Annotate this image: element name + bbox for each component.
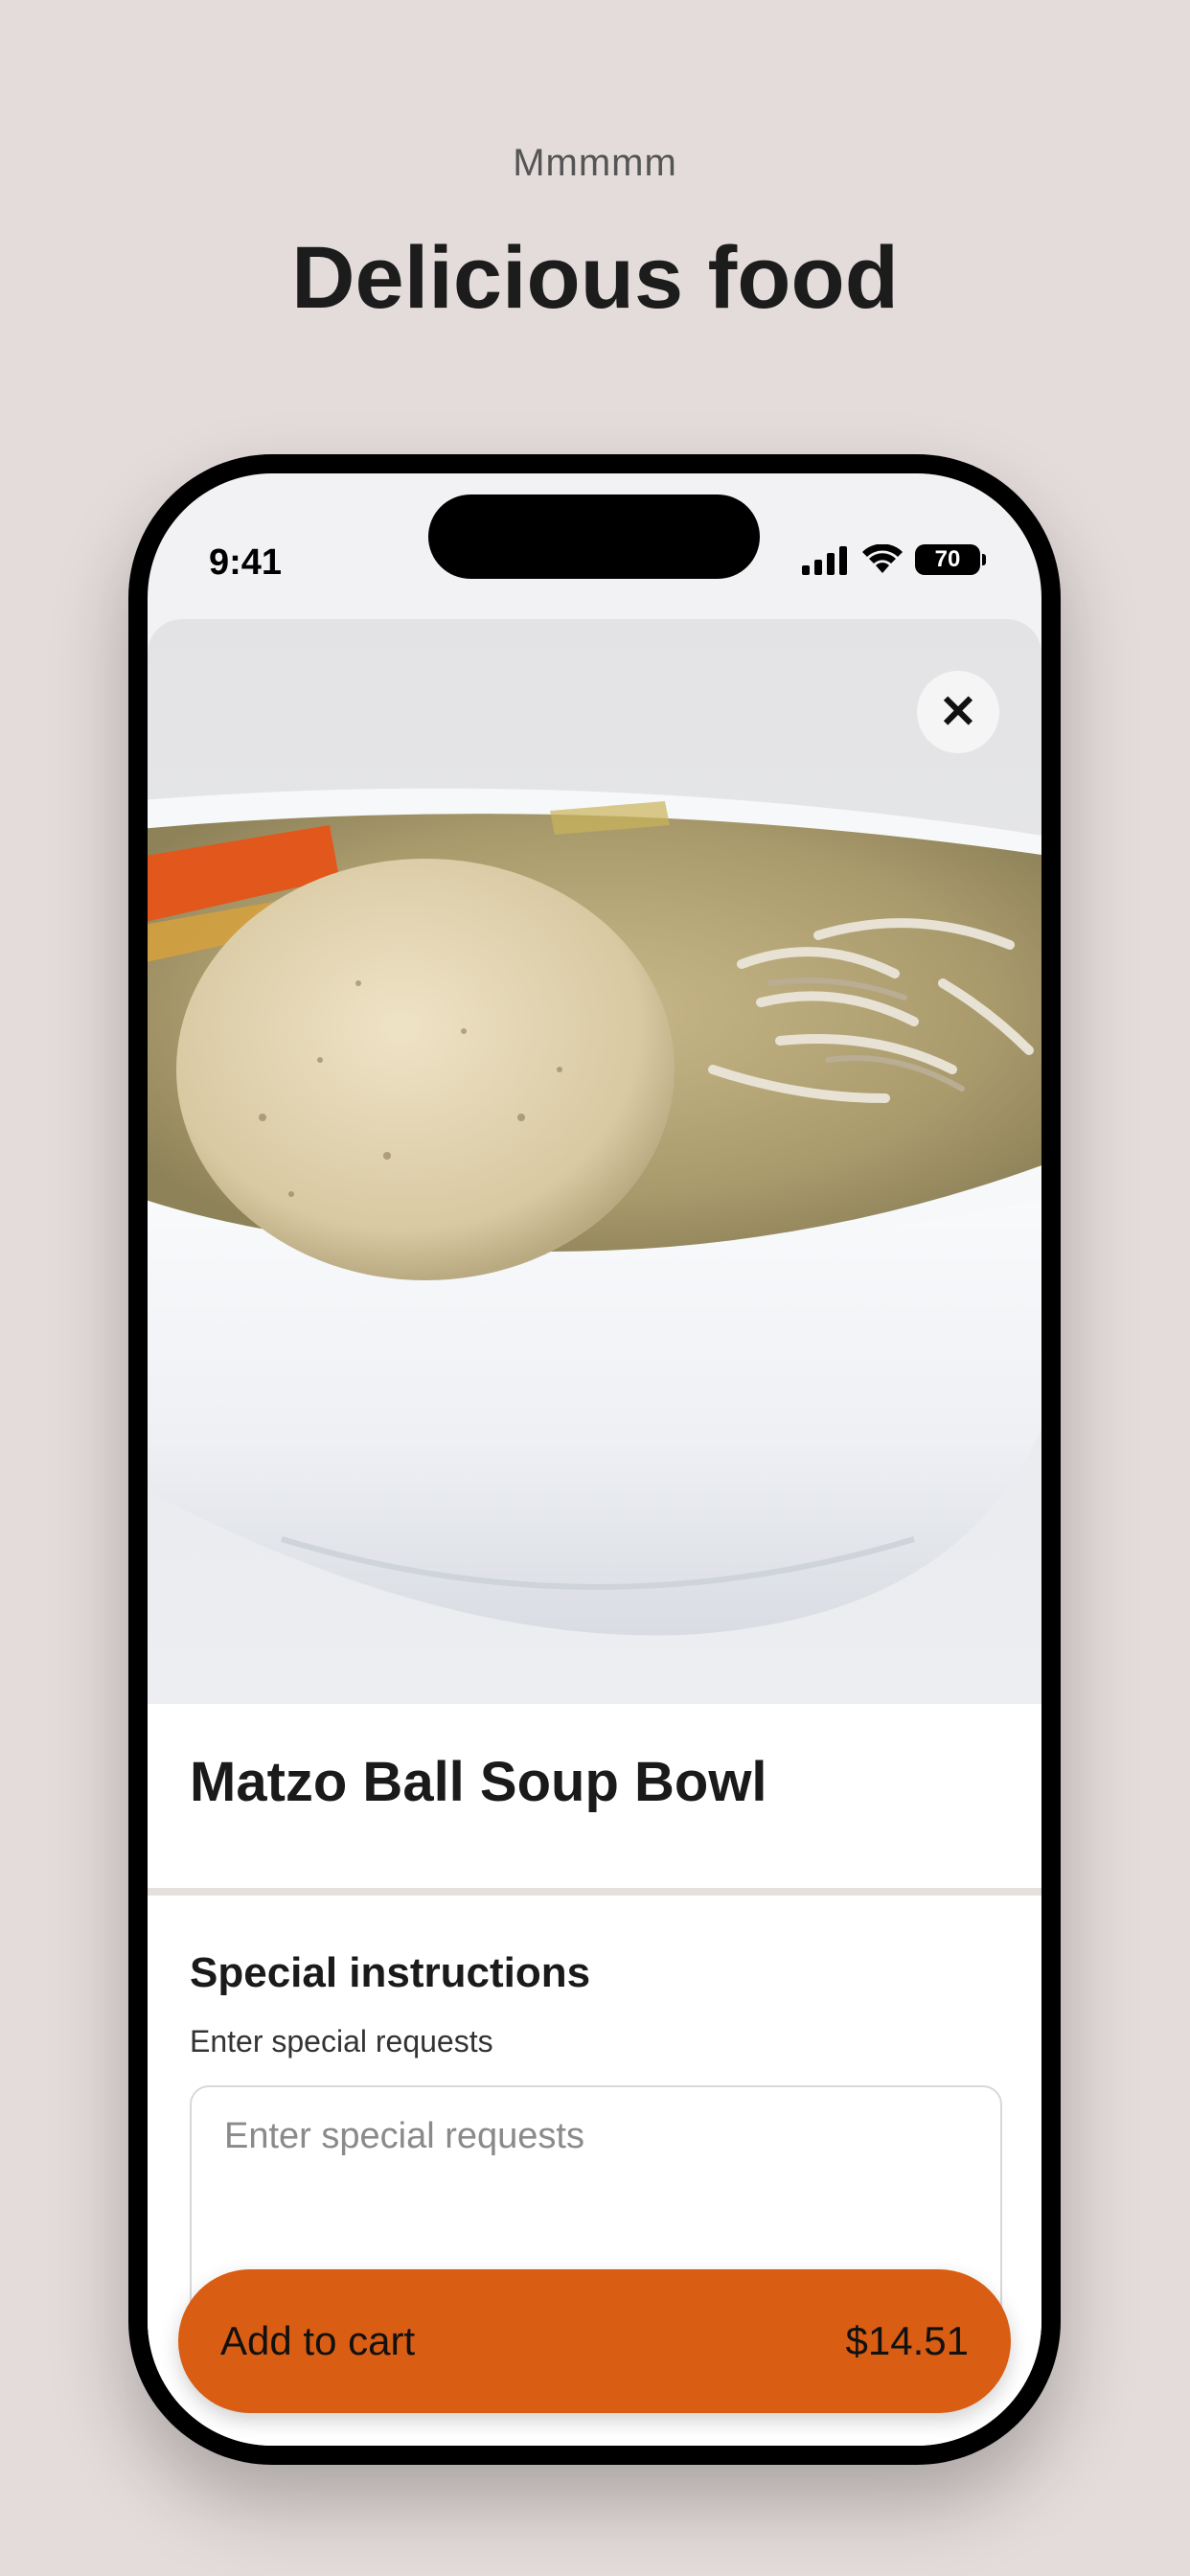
- phone-screen: 9:41 70 ✕ Matzo Ball Soup Bowl Special i…: [148, 473, 1041, 2446]
- dynamic-island: [428, 494, 760, 579]
- item-sheet: ✕ Matzo Ball Soup Bowl Special instructi…: [148, 619, 1041, 2446]
- cart-price: $14.51: [845, 2318, 969, 2363]
- special-instructions-title: Special instructions: [190, 1949, 591, 1996]
- status-time: 9:41: [209, 542, 283, 583]
- battery-icon: 70: [915, 544, 986, 575]
- headline: Delicious food: [291, 229, 899, 327]
- phone-frame: 9:41 70 ✕ Matzo Ball Soup Bowl Special i…: [128, 454, 1061, 2465]
- cellular-signal-icon: [802, 546, 847, 575]
- item-title: Matzo Ball Soup Bowl: [190, 1751, 767, 1813]
- add-to-cart-button[interactable]: Add to cart $14.51: [178, 2269, 1011, 2413]
- add-to-cart-label: Add to cart: [220, 2318, 416, 2363]
- status-icons: 70: [802, 544, 986, 575]
- section-divider: [148, 1888, 1041, 1896]
- close-icon: ✕: [938, 687, 978, 738]
- wifi-icon: [862, 544, 903, 573]
- special-instructions-subtitle: Enter special requests: [190, 2024, 493, 2058]
- eyebrow-text: Mmmmm: [513, 142, 677, 184]
- close-button[interactable]: ✕: [917, 671, 999, 753]
- food-photo: [148, 619, 1041, 1704]
